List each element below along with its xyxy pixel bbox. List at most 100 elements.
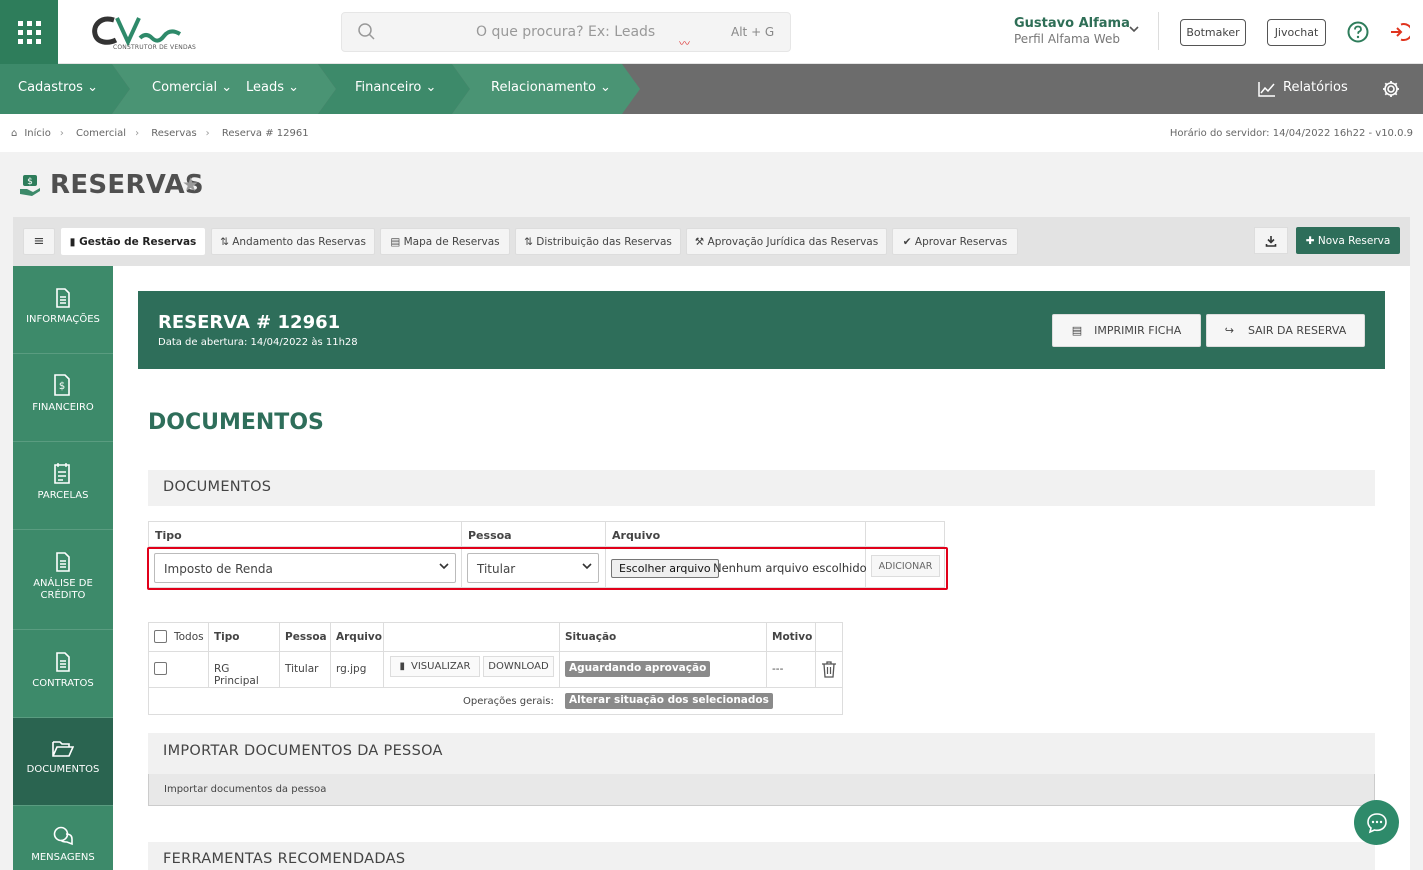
column-header-tipo: Tipo (149, 522, 462, 547)
table-row-motivo: --- (767, 652, 816, 688)
section-title: DOCUMENTOS (148, 410, 324, 435)
chat-bubbles-icon (53, 826, 73, 846)
general-operations-label: Operações gerais: (463, 696, 554, 707)
breadcrumb: ⌂ Início › Comercial › Reservas › Reserva # … (11, 128, 309, 139)
import-documents-row[interactable]: Importar documentos da pessoa (148, 774, 1375, 806)
calendar-invoice-icon (54, 463, 70, 484)
column-header-situacao: Situação (560, 623, 767, 652)
search-shortcut: Alt + G (731, 25, 775, 39)
row-checkbox[interactable] (154, 662, 167, 675)
apps-grid-icon (17, 20, 41, 44)
column-header-delete (816, 623, 842, 652)
tab-mapa-reservas[interactable]: ▤ Mapa de Reservas (380, 228, 510, 255)
breadcrumb-reservas[interactable]: Reservas (151, 128, 196, 139)
status-badge: Aguardando aprovação (565, 661, 711, 677)
user-profile: Perfil Alfama Web (1014, 32, 1120, 46)
breadcrumb-comercial[interactable]: Comercial (76, 128, 126, 139)
nav-relatorios[interactable]: Relatórios (1283, 80, 1348, 95)
hamburger-menu-icon[interactable]: ≡ (23, 228, 55, 255)
import-panel-header: IMPORTAR DOCUMENTOS DA PESSOA (148, 733, 1375, 774)
jivochat-button[interactable]: Jivochat (1267, 19, 1326, 46)
botmaker-button[interactable]: Botmaker (1180, 19, 1246, 46)
divider (1158, 12, 1159, 50)
chevron-down-icon: ⌄ (288, 80, 300, 95)
favorite-star-icon[interactable]: ★ (182, 174, 199, 196)
documents-panel-header: DOCUMENTOS (148, 470, 1375, 506)
nav-financeiro[interactable]: Financeiro ⌄ (355, 80, 436, 95)
chevron-down-icon: ⌄ (221, 80, 233, 95)
home-icon: ⌂ (11, 128, 18, 139)
column-header-arquivo: Arquivo (606, 522, 866, 547)
nav-comercial[interactable]: Comercial ⌄ (152, 80, 232, 95)
reservation-opened-date: Data de abertura: 14/04/2022 às 11h28 (158, 337, 358, 348)
top-header: CONSTRUTOR DE VENDAS O que procura? Ex: … (0, 0, 1423, 64)
sidebar-item-informacoes[interactable]: INFORMAÇÕES (13, 266, 113, 354)
tab-andamento-reservas[interactable]: ⇅ Andamento das Reservas (211, 228, 375, 255)
view-button[interactable]: ▮ VISUALIZAR (390, 656, 480, 677)
document-icon (56, 552, 70, 572)
column-header-motivo: Motivo (767, 623, 816, 652)
print-form-button[interactable]: ▤ IMPRIMIR FICHA (1052, 314, 1201, 347)
new-reservation-button[interactable]: ✚ Nova Reserva (1296, 227, 1400, 254)
tab-distribuicao-reservas[interactable]: ⇅ Distribuição das Reservas (515, 228, 681, 255)
bookmark-icon: ▮ (69, 235, 80, 248)
nav-relacionamento[interactable]: Relacionamento ⌄ (491, 80, 611, 95)
tab-aprovacao-juridica[interactable]: ⚒ Aprovação Jurídica das Reservas (686, 228, 887, 255)
file-icon: ▮ (399, 661, 406, 672)
logo-subtitle: CONSTRUTOR DE VENDAS (113, 44, 197, 51)
nav-leads[interactable]: Leads ⌄ (246, 80, 299, 95)
select-all-checkbox[interactable] (154, 630, 167, 643)
document-icon (56, 288, 70, 308)
download-icon (1265, 235, 1277, 247)
chat-fab-button[interactable] (1354, 800, 1399, 845)
sidebar-item-documentos[interactable]: DOCUMENTOS (13, 718, 113, 806)
search-box[interactable]: O que procura? Ex: Leads 〰 Alt + G (341, 12, 791, 52)
chat-icon (1366, 812, 1387, 833)
column-header-actions (384, 623, 560, 652)
highlight-box (147, 547, 948, 590)
sidebar-item-analise-credito[interactable]: ANÁLISE DE CRÉDITO (13, 530, 113, 630)
sidebar-item-parcelas[interactable]: PARCELAS (13, 442, 113, 530)
sort-icon: ⇅ (524, 235, 537, 248)
help-icon[interactable] (1347, 21, 1369, 43)
invoice-dollar-icon: $ (54, 374, 70, 396)
trash-icon[interactable] (821, 661, 837, 678)
tools-panel-header: FERRAMENTAS RECOMENDADAS (148, 842, 1375, 870)
table-row-tipo: RG Principal (209, 652, 280, 688)
plus-icon: ✚ (1305, 234, 1318, 247)
apps-menu-button[interactable] (0, 0, 58, 64)
download-file-button[interactable]: DOWNLOAD (483, 656, 554, 677)
download-button[interactable] (1254, 227, 1288, 254)
sidebar-item-contratos[interactable]: CONTRATOS (13, 630, 113, 718)
tab-gestao-reservas[interactable]: ▮ Gestão de Reservas (61, 228, 205, 255)
share-arrow-icon: ↪ (1224, 324, 1234, 337)
nav-cadastros[interactable]: Cadastros ⌄ (18, 80, 98, 95)
chevron-down-icon: ⌄ (600, 80, 611, 95)
user-menu[interactable]: Gustavo Alfama Perfil Alfama Web (1014, 16, 1130, 46)
chart-line-icon (1258, 82, 1275, 97)
gear-icon[interactable] (1382, 80, 1400, 98)
main-nav: Cadastros ⌄ Comercial ⌄ Leads ⌄ Financei… (0, 64, 1423, 114)
breadcrumb-inicio[interactable]: Início (24, 128, 50, 139)
logout-icon[interactable] (1388, 21, 1410, 43)
sidebar-item-mensagens[interactable]: MENSAGENS (13, 806, 113, 870)
chevron-down-icon[interactable] (1128, 23, 1140, 35)
sort-icon: ⇅ (220, 235, 233, 248)
exit-reservation-button[interactable]: ↪ SAIR DA RESERVA (1206, 314, 1365, 347)
svg-text:$: $ (59, 381, 65, 392)
tabs-toolbar: ≡ ▮ Gestão de Reservas ⇅ Andamento das R… (13, 217, 1410, 266)
column-header-pessoa: Pessoa (462, 522, 606, 547)
check-icon: ✔ (902, 235, 915, 248)
user-name: Gustavo Alfama (1014, 16, 1130, 31)
reservation-title: RESERVA # 12961 (158, 312, 341, 333)
sidebar-item-financeiro[interactable]: $ FINANCEIRO (13, 354, 113, 442)
column-header-arquivo: Arquivo (331, 623, 384, 652)
tab-aprovar-reservas[interactable]: ✔ Aprovar Reservas (892, 228, 1018, 255)
table-row-pessoa: Titular (280, 652, 331, 688)
chevron-down-icon: ⌄ (87, 80, 98, 95)
breadcrumb-bar: ⌂ Início › Comercial › Reservas › Reserva # … (0, 114, 1423, 152)
change-status-button[interactable]: Alterar situação dos selecionados (565, 693, 773, 709)
search-icon (358, 23, 375, 40)
column-header-pessoa: Pessoa (280, 623, 331, 652)
column-header-actions (866, 522, 944, 547)
